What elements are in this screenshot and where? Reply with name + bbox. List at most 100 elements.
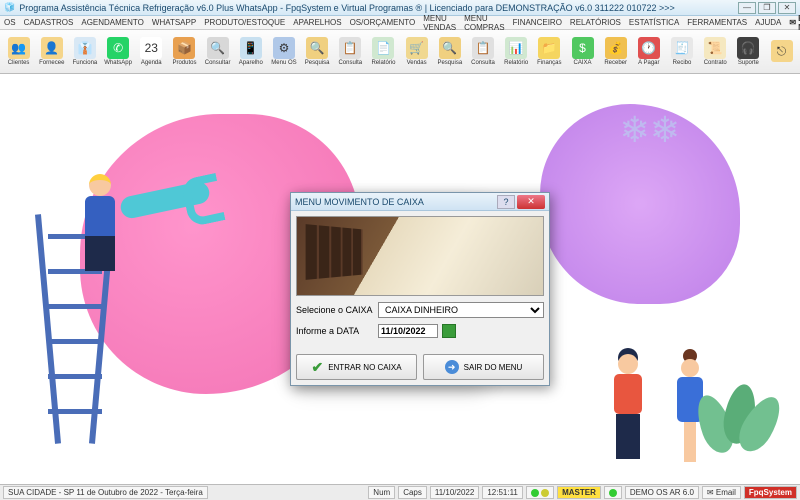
toolbar-agenda[interactable]: 23Agenda xyxy=(136,32,167,72)
enter-caixa-button[interactable]: ✔ ENTRAR NO CAIXA xyxy=(296,354,417,380)
status-demo: DEMO OS AR 6.0 xyxy=(625,486,699,499)
toolbar-icon: 👔 xyxy=(74,37,96,59)
menu-ajuda[interactable]: AJUDA xyxy=(755,18,781,27)
toolbar-icon: 📦 xyxy=(173,37,195,59)
dialog-help-button[interactable]: ? xyxy=(497,195,515,209)
toolbar-icon: 📋 xyxy=(472,37,494,59)
toolbar-consulta[interactable]: 📋Consulta xyxy=(467,32,498,72)
toolbar-icon: ⎋ xyxy=(771,40,793,62)
menu-os[interactable]: OS xyxy=(4,18,16,27)
toolbar-whatsapp[interactable]: ✆WhatsApp xyxy=(103,32,134,72)
toolbar-consulta[interactable]: 📋Consulta xyxy=(335,32,366,72)
toolbar-recibo[interactable]: 🧾Recibo xyxy=(666,32,697,72)
toolbar-icon: 📊 xyxy=(505,37,527,59)
date-label: Informe a DATA xyxy=(296,326,374,336)
status-date: 11/10/2022 xyxy=(430,486,479,499)
menu-agendamento[interactable]: AGENDAMENTO xyxy=(81,18,144,27)
snowflake-icon: ❄❄ xyxy=(620,109,680,151)
dialog-banner-image xyxy=(296,216,544,296)
caixa-select-label: Selecione o CAIXA xyxy=(296,305,374,315)
toolbar-icon: 📄 xyxy=(372,37,394,59)
dialog-close-button[interactable]: ✕ xyxy=(517,195,545,209)
menu-cadastros[interactable]: CADASTROS xyxy=(24,18,74,27)
status-led2 xyxy=(604,486,622,499)
menu-produto[interactable]: PRODUTO/ESTOQUE xyxy=(204,18,285,27)
caixa-dialog: MENU MOVIMENTO DE CAIXA ? ✕ Selecione o … xyxy=(290,192,550,386)
status-led xyxy=(526,486,554,499)
toolbar-icon: 📁 xyxy=(538,37,560,59)
status-user: MASTER xyxy=(557,486,601,499)
menu-ferramentas[interactable]: FERRAMENTAS xyxy=(687,18,747,27)
toolbar-icon: 🔍 xyxy=(207,37,229,59)
status-num: Num xyxy=(368,486,395,499)
plant-graphic xyxy=(700,314,780,454)
toolbar-relatório[interactable]: 📊Relatório xyxy=(501,32,532,72)
calendar-icon[interactable] xyxy=(442,324,456,338)
toolbar-icon: 🔍 xyxy=(439,37,461,59)
status-brand[interactable]: FpqSystem xyxy=(744,486,797,499)
toolbar-pesquisa[interactable]: 🔍Pesquisa xyxy=(302,32,333,72)
worker-graphic xyxy=(605,354,650,464)
mail-icon: ✉ xyxy=(789,18,796,27)
toolbar-icon: 🧾 xyxy=(671,37,693,59)
toolbar-produtos[interactable]: 📦Produtos xyxy=(169,32,200,72)
toolbar-icon: ✆ xyxy=(107,37,129,59)
worker-graphic xyxy=(70,174,130,274)
dialog-title: MENU MOVIMENTO DE CAIXA xyxy=(295,197,424,207)
menu-os-orcamento[interactable]: OS/ORÇAMENTO xyxy=(350,18,416,27)
menu-financeiro[interactable]: FINANCEIRO xyxy=(513,18,562,27)
status-time: 12:51:11 xyxy=(482,486,523,499)
mail-icon: ✉ xyxy=(707,488,714,497)
menu-email[interactable]: ✉E-MAIL xyxy=(789,14,800,32)
close-button[interactable]: ✕ xyxy=(778,2,796,14)
toolbar-caixa[interactable]: $CAIXA xyxy=(567,32,598,72)
toolbar-icon: 23 xyxy=(140,37,162,59)
app-icon: 🧊 xyxy=(4,2,15,13)
toolbar-receber[interactable]: 💰Receber xyxy=(600,32,631,72)
toolbar-consultar[interactable]: 🔍Consultar xyxy=(202,32,233,72)
toolbar-icon: 📜 xyxy=(704,37,726,59)
status-caps: Caps xyxy=(398,486,427,499)
toolbar-finanças[interactable]: 📁Finanças xyxy=(534,32,565,72)
toolbar-icon: $ xyxy=(572,37,594,59)
menu-whatsapp[interactable]: WHATSAPP xyxy=(152,18,196,27)
status-location: SUA CIDADE - SP 11 de Outubro de 2022 - … xyxy=(3,486,208,499)
toolbar-icon: 🛒 xyxy=(406,37,428,59)
menu-relatorios[interactable]: RELATÓRIOS xyxy=(570,18,621,27)
date-input[interactable] xyxy=(378,324,438,338)
window-title: Programa Assistência Técnica Refrigeraçã… xyxy=(19,3,675,13)
toolbar-fornecee[interactable]: 👤Fornecee xyxy=(36,32,67,72)
toolbar-icon: 🕐 xyxy=(638,37,660,59)
menubar: OS CADASTROS AGENDAMENTO WHATSAPP PRODUT… xyxy=(0,16,800,30)
toolbar-funciona[interactable]: 👔Funciona xyxy=(69,32,100,72)
toolbar-a pagar[interactable]: 🕐A Pagar xyxy=(633,32,664,72)
menu-aparelhos[interactable]: APARELHOS xyxy=(293,18,341,27)
menu-vendas[interactable]: MENU VENDAS xyxy=(423,14,456,32)
toolbar-menu os[interactable]: ⚙Menu OS xyxy=(268,32,299,72)
toolbar-suporte[interactable]: 🎧Suporte xyxy=(733,32,764,72)
maximize-button[interactable]: ❐ xyxy=(758,2,776,14)
caixa-select[interactable]: CAIXA DINHEIRO xyxy=(378,302,544,318)
toolbar: 👥Clientes👤Fornecee👔Funciona✆WhatsApp23Ag… xyxy=(0,30,800,74)
exit-menu-button[interactable]: ➜ SAIR DO MENU xyxy=(423,354,544,380)
toolbar-exit[interactable]: ⎋ xyxy=(766,32,797,72)
toolbar-aparelho[interactable]: 📱Aparelho xyxy=(235,32,266,72)
menu-estatistica[interactable]: ESTATÍSTICA xyxy=(629,18,679,27)
toolbar-icon: 💰 xyxy=(605,37,627,59)
toolbar-icon: 📋 xyxy=(339,37,361,59)
menu-compras[interactable]: MENU COMPRAS xyxy=(464,14,504,32)
status-email[interactable]: ✉ Email xyxy=(702,486,741,499)
dialog-titlebar: MENU MOVIMENTO DE CAIXA ? ✕ xyxy=(291,193,549,211)
toolbar-icon: 🔍 xyxy=(306,37,328,59)
toolbar-clientes[interactable]: 👥Clientes xyxy=(3,32,34,72)
toolbar-contrato[interactable]: 📜Contrato xyxy=(700,32,731,72)
workspace: ❄❄ MENU MOVIMENTO DE CAIXA ? ✕ xyxy=(0,74,800,484)
minimize-button[interactable]: — xyxy=(738,2,756,14)
toolbar-relatório[interactable]: 📄Relatório xyxy=(368,32,399,72)
check-icon: ✔ xyxy=(311,359,323,376)
arrow-right-icon: ➜ xyxy=(445,360,459,374)
window-titlebar: 🧊 Programa Assistência Técnica Refrigera… xyxy=(0,0,800,16)
toolbar-pesquisa[interactable]: 🔍Pesquisa xyxy=(434,32,465,72)
toolbar-icon: 📱 xyxy=(240,37,262,59)
toolbar-vendas[interactable]: 🛒Vendas xyxy=(401,32,432,72)
